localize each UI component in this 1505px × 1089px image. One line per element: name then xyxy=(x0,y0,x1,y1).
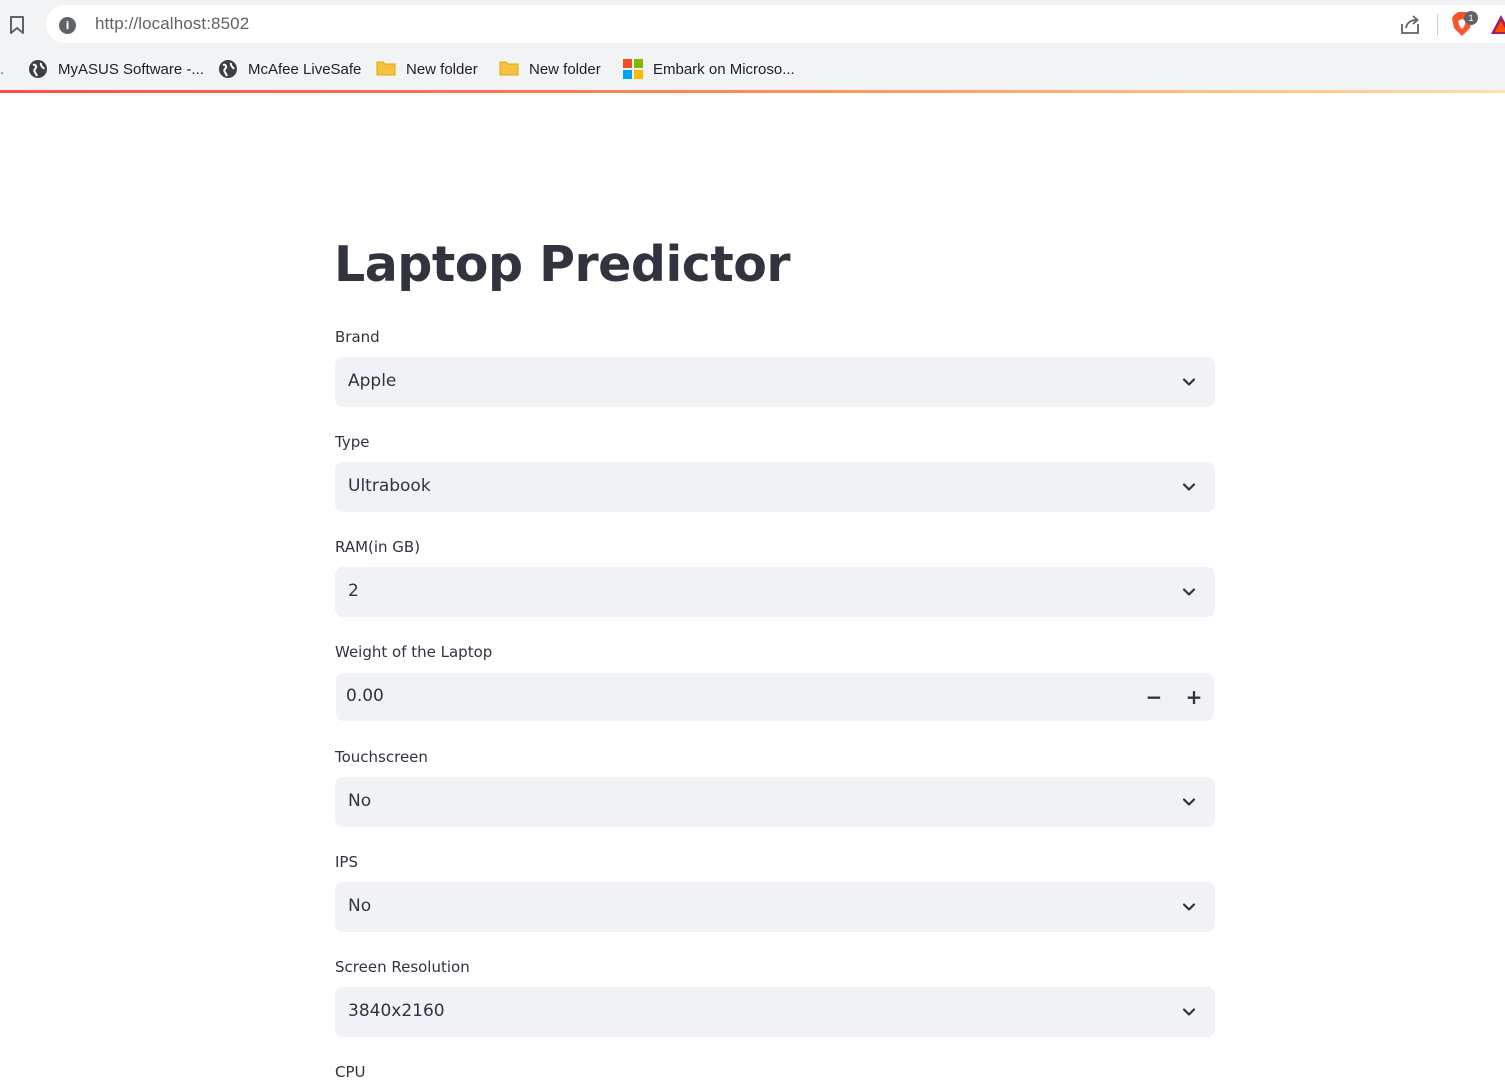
weight-number-input[interactable]: 0.00 − + xyxy=(336,673,1214,721)
globe-icon xyxy=(218,59,238,79)
globe-icon xyxy=(28,59,48,79)
bookmark-mcafee[interactable]: McAfee LiveSafe xyxy=(218,58,361,80)
type-select[interactable]: Ultrabook xyxy=(335,462,1215,512)
folder-icon xyxy=(499,59,519,79)
url-text[interactable]: http://localhost:8502 xyxy=(95,14,249,34)
weight-label: Weight of the Laptop xyxy=(335,643,493,661)
bookmark-myasus[interactable]: MyASUS Software -... xyxy=(28,58,204,80)
bookmark-embark[interactable]: Embark on Microso... xyxy=(623,58,795,80)
bookmark-label: McAfee LiveSafe xyxy=(248,60,362,78)
bookmark-new-folder-2[interactable]: New folder xyxy=(499,58,601,80)
decrement-button[interactable]: − xyxy=(1142,685,1166,709)
toolbar-separator xyxy=(1437,14,1438,36)
ram-select[interactable]: 2 xyxy=(335,567,1215,617)
microsoft-icon xyxy=(623,59,643,79)
touchscreen-value: No xyxy=(348,791,372,811)
chevron-down-icon xyxy=(1181,479,1197,495)
brand-select[interactable]: Apple xyxy=(335,357,1215,407)
bookmark-label: MyASUS Software -... xyxy=(58,60,204,78)
bookmark-label: Embark on Microso... xyxy=(653,60,795,78)
ips-label: IPS xyxy=(335,853,358,871)
app-header-decoration xyxy=(0,90,1505,93)
ram-label: RAM(in GB) xyxy=(335,538,421,556)
increment-button[interactable]: + xyxy=(1182,685,1206,709)
chevron-down-icon xyxy=(1181,1004,1197,1020)
touchscreen-select[interactable]: No xyxy=(335,777,1215,827)
bookmark-label: New folder xyxy=(529,60,601,78)
bookmark-overflow[interactable]: . xyxy=(0,58,4,80)
cpu-label: CPU xyxy=(335,1063,366,1081)
chevron-down-icon xyxy=(1181,374,1197,390)
weight-value[interactable]: 0.00 xyxy=(346,686,384,706)
ips-value: No xyxy=(348,896,372,916)
shields-count-badge: 1 xyxy=(1464,11,1478,25)
share-icon[interactable] xyxy=(1398,13,1422,37)
brand-label: Brand xyxy=(335,328,380,346)
resolution-select[interactable]: 3840x2160 xyxy=(335,987,1215,1037)
ips-select[interactable]: No xyxy=(335,882,1215,932)
ram-value: 2 xyxy=(348,581,359,601)
brave-rewards-icon[interactable] xyxy=(1490,14,1505,36)
type-value: Ultrabook xyxy=(348,476,431,496)
chevron-down-icon xyxy=(1181,794,1197,810)
resolution-label: Screen Resolution xyxy=(335,958,470,976)
type-label: Type xyxy=(335,433,370,451)
chevron-down-icon xyxy=(1181,899,1197,915)
touchscreen-label: Touchscreen xyxy=(335,748,428,766)
bookmark-new-folder-1[interactable]: New folder xyxy=(376,58,478,80)
chevron-down-icon xyxy=(1181,584,1197,600)
bookmark-page-icon[interactable] xyxy=(6,13,28,37)
brand-value: Apple xyxy=(348,371,397,391)
page-title: Laptop Predictor xyxy=(334,236,791,293)
resolution-value: 3840x2160 xyxy=(348,1001,445,1021)
address-bar[interactable] xyxy=(46,5,1505,43)
site-info-icon[interactable]: i xyxy=(59,17,76,34)
bookmark-label: New folder xyxy=(406,60,478,78)
folder-icon xyxy=(376,59,396,79)
